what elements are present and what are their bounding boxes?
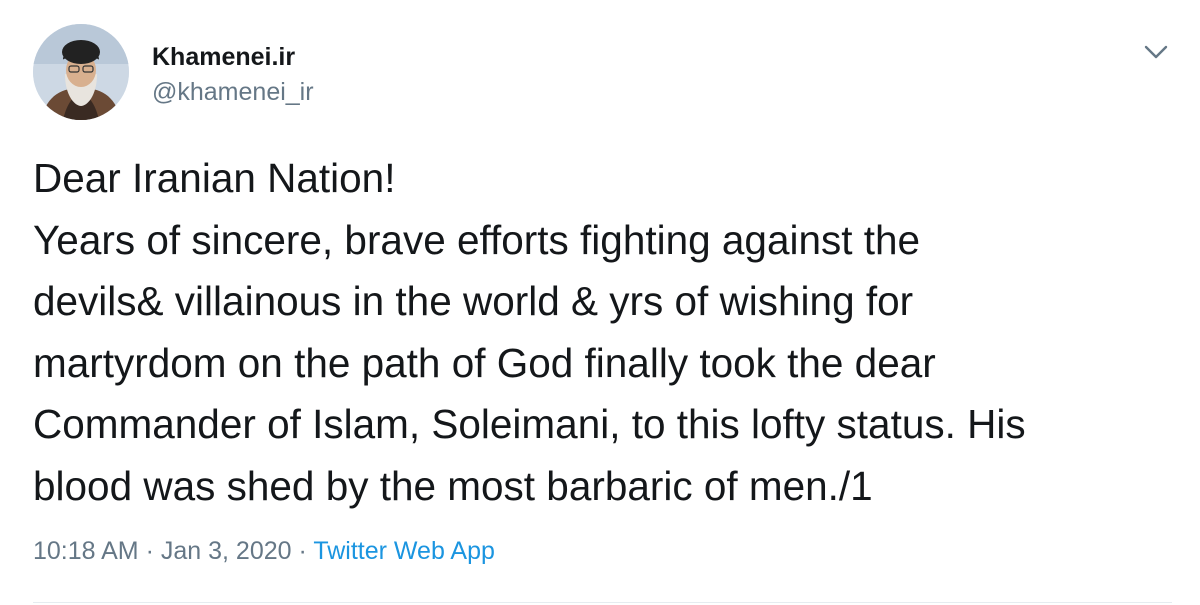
tweet-text-line: martyrdom on the path of God finally too…: [33, 339, 936, 386]
meta-separator: ·: [145, 537, 154, 565]
tweet-time[interactable]: 10:18 AM: [33, 537, 139, 565]
meta-separator: ·: [298, 537, 307, 565]
tweet-meta: 10:18 AM · Jan 3, 2020 · Twitter Web App: [33, 535, 495, 567]
display-name[interactable]: Khamenei.ir: [152, 42, 295, 72]
tweet-text: Dear Iranian Nation! Years of sincere, b…: [33, 148, 1183, 517]
tweet-date[interactable]: Jan 3, 2020: [161, 537, 292, 565]
tweet-text-line: blood was shed by the most barbaric of m…: [33, 462, 873, 509]
avatar[interactable]: [33, 24, 129, 120]
tweet-text-line: Dear Iranian Nation!: [33, 155, 396, 201]
avatar-photo-icon: [33, 24, 129, 120]
tweet-card: Khamenei.ir @khamenei_ir Dear Iranian Na…: [0, 0, 1200, 605]
tweet-menu-button[interactable]: [1140, 40, 1172, 64]
user-handle[interactable]: @khamenei_ir: [152, 77, 314, 107]
tweet-text-line: devils& villainous in the world & yrs of…: [33, 278, 914, 324]
tweet-text-line: Years of sincere, brave efforts fighting…: [33, 216, 921, 263]
chevron-down-icon: [1144, 45, 1168, 59]
tweet-source-link[interactable]: Twitter Web App: [313, 537, 495, 565]
tweet-text-line: Commander of Islam, Soleimani, to this l…: [33, 401, 1026, 447]
divider: [33, 602, 1172, 603]
